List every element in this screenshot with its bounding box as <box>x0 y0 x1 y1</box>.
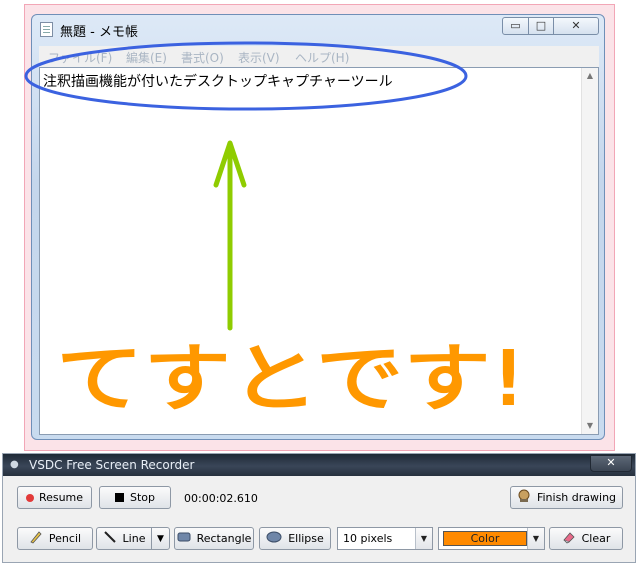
ellipse-label: Ellipse <box>288 532 324 545</box>
ellipse-icon <box>266 531 282 546</box>
annotation-arrow <box>213 140 247 331</box>
pencil-label: Pencil <box>48 532 82 545</box>
line-label: Line <box>122 532 146 545</box>
resume-button[interactable]: Resume <box>17 486 92 509</box>
chevron-down-icon[interactable]: ▼ <box>415 528 432 549</box>
chevron-down-icon[interactable]: ▼ <box>527 528 544 549</box>
line-dropdown-icon[interactable]: ▼ <box>151 527 170 550</box>
recorder-close-button[interactable]: ✕ <box>590 455 632 472</box>
recorder-window: ● VSDC Free Screen Recorder ✕ Resume Sto… <box>2 453 636 563</box>
finish-drawing-label: Finish drawing <box>536 491 617 504</box>
stop-icon <box>114 493 124 502</box>
stop-label: Stop <box>129 491 155 504</box>
ellipse-tool-button[interactable]: Ellipse <box>259 527 331 550</box>
pen-size-select[interactable]: 10 pixels ▼ <box>337 527 433 550</box>
line-icon <box>103 530 117 547</box>
annotation-ellipse <box>24 41 468 111</box>
recording-timer: 00:00:02.610 <box>184 492 258 505</box>
pen-size-value: 10 pixels <box>343 532 393 545</box>
recorder-title: VSDC Free Screen Recorder <box>29 458 195 472</box>
finish-drawing-icon <box>517 489 531 506</box>
color-select[interactable]: Color ▼ <box>438 527 545 550</box>
rectangle-tool-button[interactable]: Rectangle <box>174 527 254 550</box>
record-dot-icon <box>25 493 34 502</box>
line-tool-button[interactable]: Line <box>96 527 152 550</box>
stop-button[interactable]: Stop <box>99 486 171 509</box>
pencil-tool-button[interactable]: Pencil <box>17 527 93 550</box>
rectangle-label: Rectangle <box>196 532 252 545</box>
color-swatch: Color <box>443 531 527 546</box>
pencil-icon <box>29 530 43 547</box>
rectangle-icon <box>177 531 191 546</box>
recorder-titlebar: ● VSDC Free Screen Recorder ✕ <box>3 454 635 476</box>
finish-drawing-button[interactable]: Finish drawing <box>510 486 623 509</box>
clear-button[interactable]: Clear <box>549 527 623 550</box>
recorder-app-icon: ● <box>10 459 19 470</box>
annotation-handwritten-text: てすとです! <box>56 336 526 422</box>
resume-label: Resume <box>38 491 84 504</box>
eraser-icon <box>562 530 576 547</box>
annotation-overlay: てすとです! <box>24 41 527 423</box>
clear-label: Clear <box>581 532 611 545</box>
